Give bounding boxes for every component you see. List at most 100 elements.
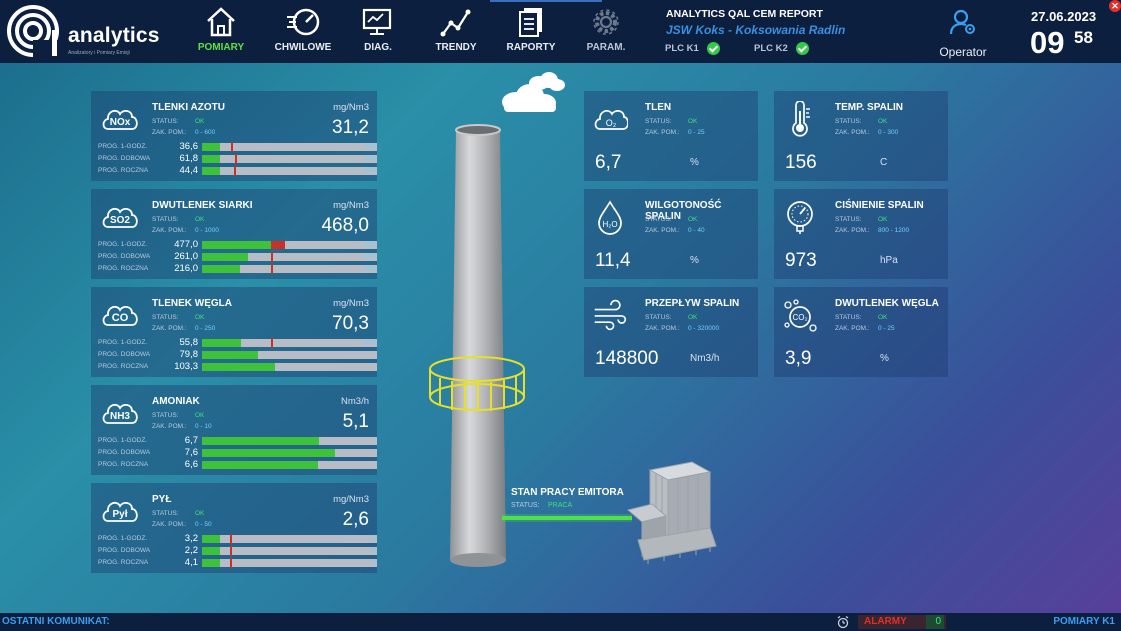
param-panel-co2[interactable]: CO₂ DWUTLENEK WĘGLA STATUS: OK ZAK. POM.… bbox=[774, 287, 948, 377]
status-value: OK bbox=[195, 216, 205, 223]
measurement-mode: POMIARY K1 bbox=[1053, 616, 1115, 627]
progress-row-value: 4,1 bbox=[184, 557, 198, 568]
param-name: PRZEPŁYW SPALIN bbox=[645, 298, 740, 309]
progress-bar-fill bbox=[202, 535, 220, 543]
gas-value: 31,2 bbox=[332, 117, 369, 138]
progress-bar: 110 bbox=[202, 154, 377, 164]
gas-panel-co[interactable]: CO TLENEK WĘGLA mg/Nm3 70,3 STATUS: OK Z… bbox=[91, 287, 377, 377]
threshold-marker bbox=[235, 154, 238, 164]
progress-row-value: 477,0 bbox=[174, 239, 198, 250]
nav-diag[interactable]: DIAG. bbox=[343, 6, 413, 60]
status-value: OK bbox=[195, 118, 205, 125]
progress-row-label: PROG. DOBOWA bbox=[98, 155, 151, 162]
progress-bar-fill bbox=[202, 253, 248, 261]
nav-trendy[interactable]: TRENDY bbox=[421, 6, 491, 60]
progress-row-label: PROG. ROCZNA bbox=[98, 167, 149, 174]
range-value: 0 - 300 bbox=[878, 129, 899, 136]
progress-row-value: 6,6 bbox=[184, 459, 198, 470]
gas-panel-dust[interactable]: Pył PYŁ mg/Nm3 2,6 STATUS: OK ZAK. POM.:… bbox=[91, 483, 377, 573]
alarms-button[interactable]: ALARMY 0 bbox=[858, 615, 946, 629]
param-panel-humidity[interactable]: H₂O WILGOTONOŚĆ SPALIN STATUS: OK ZAK. P… bbox=[584, 189, 758, 279]
gas-unit: Nm3/h bbox=[341, 396, 369, 407]
progress-bar-fill bbox=[202, 265, 240, 273]
report-document-icon bbox=[519, 8, 542, 37]
threshold-limit: 400 bbox=[364, 254, 375, 260]
progress-row-label: PROG. DOBOWA bbox=[98, 351, 151, 358]
gas-name: DWUTLENEK SIARKI bbox=[152, 200, 253, 211]
param-panel-pressure[interactable]: CIŚNIENIE SPALIN STATUS: OK ZAK. POM.: 8… bbox=[774, 189, 948, 279]
progress-row-label: PROG. DOBOWA bbox=[98, 253, 151, 260]
gas-panel-nox[interactable]: NOx TLENKI AZOTU mg/Nm3 31,2 STATUS: OK … bbox=[91, 91, 377, 181]
progress-bar-fill bbox=[202, 547, 220, 555]
param-panel-flow[interactable]: PRZEPŁYW SPALIN STATUS: OK ZAK. POM.: 0 … bbox=[584, 287, 758, 377]
range-label: ZAK. POM.: bbox=[835, 325, 870, 332]
param-panel-temperature[interactable]: TEMP. SPALIN STATUS: OK ZAK. POM.: 0 - 3… bbox=[774, 91, 948, 181]
nav-chwilowe[interactable]: CHWILOWE bbox=[268, 6, 338, 60]
param-panel-oxygen[interactable]: O₂ TLEN STATUS: OK ZAK. POM.: 0 - 25 6,7… bbox=[584, 91, 758, 181]
param-value: 3,9 bbox=[785, 348, 812, 369]
chimney-stack bbox=[450, 130, 506, 560]
user-settings-icon bbox=[949, 9, 975, 35]
param-name: DWUTLENEK WĘGLA bbox=[835, 298, 939, 309]
progress-bar bbox=[202, 449, 377, 457]
status-label: STATUS: bbox=[152, 118, 179, 125]
status-label: STATUS: bbox=[645, 314, 672, 321]
nav-label: CHWILOWE bbox=[274, 42, 332, 53]
progress-bar-fill bbox=[202, 351, 258, 359]
progress-bar: 400 bbox=[202, 264, 377, 274]
param-unit: Nm3/h bbox=[690, 353, 720, 364]
range-value: 0 - 10 bbox=[195, 423, 212, 430]
gas-value: 468,0 bbox=[321, 215, 369, 236]
nav-raporty[interactable]: RAPORTY bbox=[496, 6, 566, 60]
check-circle-icon bbox=[706, 42, 720, 55]
progress-row-yearly: PROG. ROCZNA 103,3 bbox=[98, 361, 377, 372]
progress-row-label: PROG. DOBOWA bbox=[98, 449, 151, 456]
nav-label: TRENDY bbox=[435, 42, 477, 53]
progress-bar bbox=[202, 351, 377, 359]
progress-bar bbox=[202, 437, 377, 445]
status-label: STATUS: bbox=[835, 314, 862, 321]
close-button[interactable]: ✕ bbox=[1109, 0, 1121, 12]
progress-row-value: 55,8 bbox=[179, 337, 199, 348]
progress-row-yearly: PROG. ROCZNA 6,6 bbox=[98, 459, 377, 470]
gas-name: AMONIAK bbox=[152, 396, 200, 407]
threshold-limit: 5 bbox=[371, 548, 375, 554]
threshold-marker bbox=[230, 534, 232, 544]
gas-panel-so2[interactable]: SO2 DWUTLENEK SIARKI mg/Nm3 468,0 STATUS… bbox=[91, 189, 377, 279]
nav-pomiary[interactable]: POMIARY bbox=[186, 6, 256, 60]
current-date: 27.06.2023 bbox=[1031, 9, 1097, 24]
active-tab-indicator bbox=[490, 0, 602, 2]
param-unit: C bbox=[880, 157, 888, 168]
range-label: ZAK. POM.: bbox=[152, 521, 187, 528]
status-label: STATUS: bbox=[152, 412, 179, 419]
progress-row-daily: PROG. DOBOWA 2,2 5 bbox=[98, 545, 377, 556]
progress-row-value: 7,6 bbox=[184, 447, 198, 458]
progress-bar-fill bbox=[202, 461, 318, 469]
gas-unit: mg/Nm3 bbox=[333, 200, 369, 211]
gas-panel-nh3[interactable]: NH3 AMONIAK Nm3/h 5,1 STATUS: OK ZAK. PO… bbox=[91, 385, 377, 475]
operator-button[interactable]: Operator bbox=[935, 8, 991, 59]
threshold-limit: 110 bbox=[365, 156, 375, 162]
progress-bar: 5 bbox=[202, 558, 377, 568]
threshold-limit: 400 bbox=[364, 242, 375, 248]
progress-bar: 100 bbox=[202, 142, 377, 152]
progress-row-label: PROG. 1-GODZ. bbox=[98, 143, 148, 150]
range-value: 0 - 25 bbox=[878, 325, 895, 332]
progress-row-daily: PROG. DOBOWA 7,6 bbox=[98, 447, 377, 458]
gas-unit: mg/Nm3 bbox=[333, 298, 369, 309]
alarm-clock-icon[interactable] bbox=[836, 615, 850, 629]
progress-bar-fill bbox=[202, 363, 275, 371]
progress-bar-fill bbox=[202, 437, 320, 445]
progress-row-1h: PROG. 1-GODZ. 36,6 100 bbox=[98, 141, 377, 152]
status-label: STATUS: bbox=[835, 118, 862, 125]
threshold-marker bbox=[230, 546, 232, 556]
progress-row-1h: PROG. 1-GODZ. 477,0 400 bbox=[98, 239, 377, 250]
progress-row-label: PROG. 1-GODZ. bbox=[98, 535, 148, 542]
progress-bar: 110 bbox=[202, 166, 377, 176]
range-label: ZAK. POM.: bbox=[152, 227, 187, 234]
status-label: STATUS: bbox=[835, 216, 862, 223]
status-value: OK bbox=[688, 216, 698, 223]
nav-param[interactable]: PARAM. bbox=[571, 6, 641, 60]
range-value: 0 - 250 bbox=[195, 325, 216, 332]
analytics-logo-icon bbox=[7, 5, 61, 58]
